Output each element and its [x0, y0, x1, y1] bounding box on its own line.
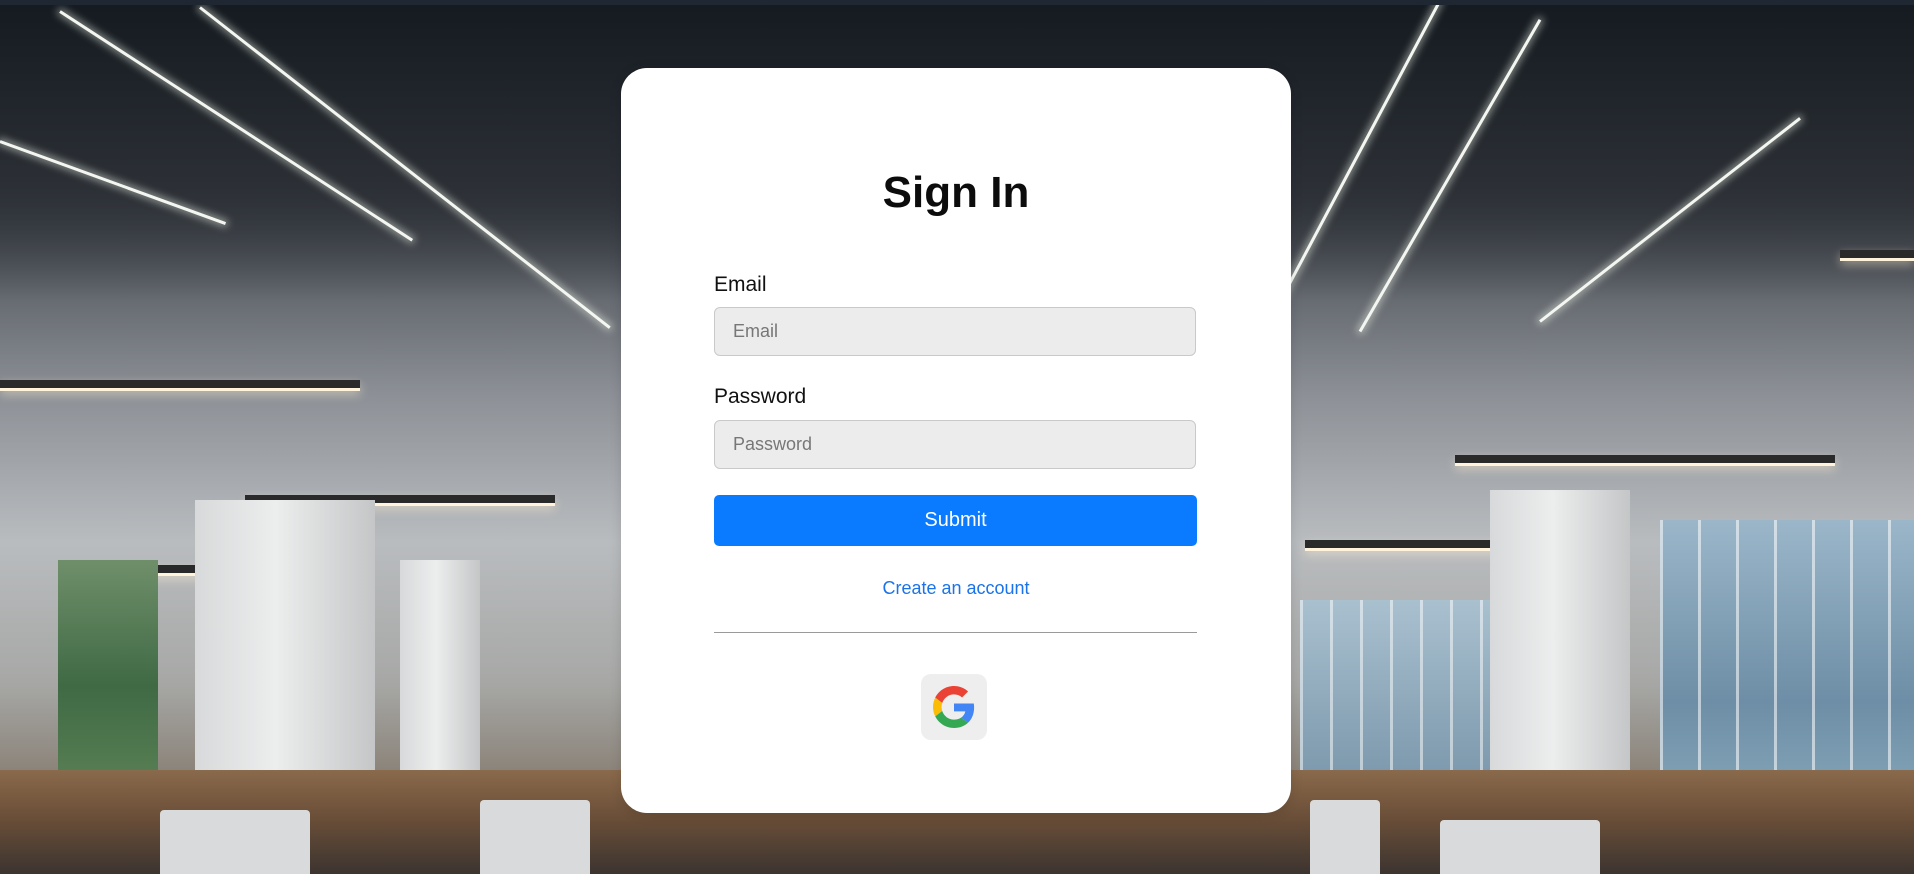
desk-partition — [1310, 800, 1380, 874]
window-building — [1660, 520, 1914, 780]
desk-partition — [1440, 820, 1600, 874]
pillar — [400, 560, 480, 780]
desk-partition — [480, 800, 590, 874]
google-sign-in-button[interactable] — [921, 674, 987, 740]
email-input[interactable] — [714, 307, 1196, 356]
create-account-link[interactable]: Create an account — [621, 576, 1291, 600]
title-wrapper: Sign In — [621, 168, 1291, 218]
password-input[interactable] — [714, 420, 1196, 469]
page-title: Sign In — [882, 168, 1030, 217]
pendant-lamp — [0, 380, 360, 391]
submit-button[interactable]: Submit — [714, 495, 1197, 546]
divider — [714, 632, 1197, 633]
email-label: Email — [714, 273, 767, 296]
sign-in-card: Sign In Email Password Submit Create an … — [621, 68, 1291, 813]
google-icon — [933, 686, 975, 728]
top-strip — [0, 0, 1914, 5]
desk-partition — [160, 810, 310, 874]
sign-in-page: Sign In Email Password Submit Create an … — [0, 0, 1914, 874]
pillar — [195, 500, 375, 800]
pendant-lamp — [1455, 455, 1835, 466]
password-label: Password — [714, 385, 807, 408]
pendant-lamp — [1840, 250, 1914, 261]
window-trees — [58, 560, 158, 770]
pillar — [1490, 490, 1630, 800]
